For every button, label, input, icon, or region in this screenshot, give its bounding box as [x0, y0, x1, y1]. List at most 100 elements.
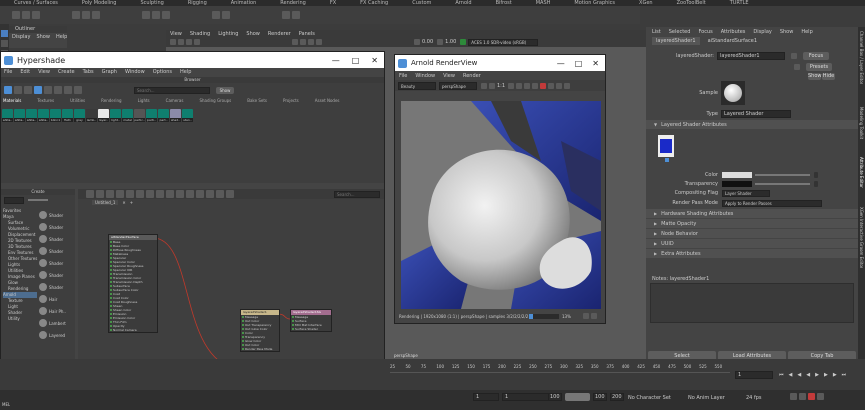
- prev-key-icon[interactable]: ◀: [797, 372, 801, 378]
- auto-key-icon[interactable]: [790, 393, 797, 400]
- hs-node-graph[interactable]: Search... Untitled_1 ✕ + aiStandardSurfa…: [78, 189, 384, 382]
- snapshot-icon[interactable]: [524, 82, 531, 89]
- rv-menu-window[interactable]: Window: [415, 73, 435, 79]
- node-ai-standard-surface[interactable]: aiStandardSurface Base Base Color Diffuse …: [108, 234, 158, 333]
- create-item[interactable]: Lambert: [39, 317, 73, 329]
- material-swatch-icon[interactable]: [34, 86, 42, 94]
- zoom-ratio[interactable]: 1:1: [497, 83, 505, 89]
- create-item[interactable]: Shader: [39, 281, 73, 293]
- create-item[interactable]: Shader: [39, 269, 73, 281]
- playblast-icon[interactable]: [292, 11, 300, 19]
- exposure-icon[interactable]: [414, 39, 420, 45]
- ae-compositing-select[interactable]: Layer Shader: [722, 189, 770, 197]
- select-object-icon[interactable]: [152, 11, 160, 19]
- play-back-icon[interactable]: ◀: [806, 372, 810, 378]
- character-set-select[interactable]: No Character Set: [628, 395, 671, 401]
- vp-menu-show[interactable]: Show: [246, 31, 260, 37]
- material-swatch[interactable]: lamb..: [86, 108, 97, 122]
- material-swatch[interactable]: blinn1: [50, 108, 61, 122]
- history-icon[interactable]: [282, 11, 290, 19]
- vp-menu-renderer[interactable]: Renderer: [268, 31, 291, 37]
- material-swatch[interactable]: aiSta..: [26, 108, 37, 122]
- ae-render-pass-select[interactable]: Apply to Render Passes: [722, 199, 822, 207]
- ae-section-uuid[interactable]: UUID: [646, 239, 858, 248]
- vp-menu-lighting[interactable]: Lighting: [218, 31, 238, 37]
- tab-rendering[interactable]: Rendering: [101, 98, 121, 103]
- node-attribute-row[interactable]: Normal Camera: [109, 328, 157, 332]
- tab-cameras[interactable]: Cameras: [166, 98, 184, 103]
- textured-icon[interactable]: [308, 39, 314, 45]
- sort-time-icon[interactable]: [64, 86, 72, 94]
- ipr-render-icon[interactable]: [222, 11, 230, 19]
- material-swatch[interactable]: grey: [74, 108, 85, 122]
- hs-menu-edit[interactable]: Edit: [20, 69, 30, 75]
- side-tab-attribute-editor[interactable]: Attribute Editor: [859, 157, 864, 188]
- ae-section-matte-opacity[interactable]: Matte Opacity: [646, 219, 858, 228]
- rv-menu-view[interactable]: View: [443, 73, 455, 79]
- colorspace-select[interactable]: ACES 1.0 SDR-video (sRGB): [468, 38, 539, 46]
- ae-tab-layered-shader[interactable]: layeredShader1: [652, 37, 700, 45]
- select-hierarchy-icon[interactable]: [142, 11, 150, 19]
- ae-tab-ai-standard-surface[interactable]: aiStandardSurface1: [704, 37, 761, 45]
- refresh-icon[interactable]: [548, 82, 555, 89]
- maximize-icon[interactable]: □: [575, 59, 583, 68]
- close-icon[interactable]: ✕: [592, 59, 599, 68]
- ae-menu-attributes[interactable]: Attributes: [721, 29, 746, 35]
- as-list-icon[interactable]: [14, 86, 22, 94]
- tab-textures[interactable]: Textures: [37, 98, 54, 103]
- stop-render-icon[interactable]: [540, 82, 547, 89]
- anim-layer-select[interactable]: No Anim Layer: [688, 395, 725, 401]
- hs-menu-options[interactable]: Options: [153, 69, 172, 75]
- animation-prefs-icon[interactable]: [817, 393, 824, 400]
- ae-menu-show[interactable]: Show: [780, 29, 794, 35]
- time-slider[interactable]: 25 50 75 100 125 150 175 200 225 250 275 300 325 350 3…: [0, 359, 865, 390]
- node-layered-shader[interactable]: layeredShader1 Message Out Color Out Trans…: [240, 309, 280, 352]
- hs-menu-window[interactable]: Window: [125, 69, 145, 75]
- fit-icon[interactable]: [489, 82, 495, 89]
- range-start-input[interactable]: 1: [473, 393, 499, 401]
- aov-select[interactable]: Beauty: [398, 81, 436, 90]
- image-plane-icon[interactable]: [194, 39, 200, 45]
- sort-name-icon[interactable]: [44, 86, 52, 94]
- ae-color-slider[interactable]: [755, 173, 810, 176]
- rgb-channel-icon[interactable]: [481, 82, 487, 89]
- ae-transparency-slider[interactable]: [755, 182, 810, 185]
- ae-menu-selected[interactable]: Selected: [669, 29, 691, 35]
- smooth-shade-icon[interactable]: [300, 39, 306, 45]
- vp-menu-view[interactable]: View: [170, 31, 182, 37]
- minimize-icon[interactable]: —: [557, 59, 565, 68]
- material-swatch[interactable]: metal: [122, 108, 133, 122]
- ae-show-button[interactable]: Show: [808, 73, 822, 80]
- bookmark-icon[interactable]: [186, 39, 192, 45]
- hs-menu-create[interactable]: Create: [58, 69, 75, 75]
- ae-shader-name-input[interactable]: layeredShader1: [717, 52, 785, 60]
- node-attribute-row[interactable]: Surface Shader: [291, 327, 331, 331]
- crop-region-icon[interactable]: [508, 82, 515, 89]
- camera-select-icon[interactable]: [170, 39, 176, 45]
- ae-input-arrow-icon[interactable]: [791, 53, 797, 59]
- ae-layer-slot[interactable]: [658, 135, 674, 157]
- select-tool-icon[interactable]: [1, 30, 8, 37]
- gamma-icon[interactable]: [437, 39, 444, 45]
- create-item[interactable]: Hair Ph..: [39, 305, 73, 317]
- tab-lights[interactable]: Lights: [138, 98, 150, 103]
- ae-section-node-behavior[interactable]: Node Behavior: [646, 229, 858, 238]
- lasso-tool-icon[interactable]: [1, 40, 8, 47]
- outliner-menu-help[interactable]: Help: [56, 34, 67, 40]
- create-item[interactable]: Shader: [39, 209, 73, 221]
- hs-menu-graph[interactable]: Graph: [102, 69, 117, 75]
- ae-menu-help[interactable]: Help: [801, 29, 812, 35]
- create-item[interactable]: Shader: [39, 245, 73, 257]
- settings-gear-icon[interactable]: [516, 82, 523, 89]
- hs-menu-tabs[interactable]: Tabs: [83, 69, 94, 75]
- range-end-inner-input[interactable]: 100: [548, 393, 562, 401]
- render-expand-icon[interactable]: [590, 313, 597, 319]
- camera-attributes-icon[interactable]: [178, 39, 184, 45]
- exposure-value[interactable]: 0.00: [422, 39, 433, 45]
- create-item[interactable]: Shader: [39, 221, 73, 233]
- browser-show-button[interactable]: Show: [216, 86, 234, 94]
- debug-icon[interactable]: [564, 82, 571, 89]
- material-swatch[interactable]: flat1: [62, 108, 73, 122]
- open-scene-icon[interactable]: [22, 11, 30, 19]
- material-swatch[interactable]: part..: [158, 108, 169, 122]
